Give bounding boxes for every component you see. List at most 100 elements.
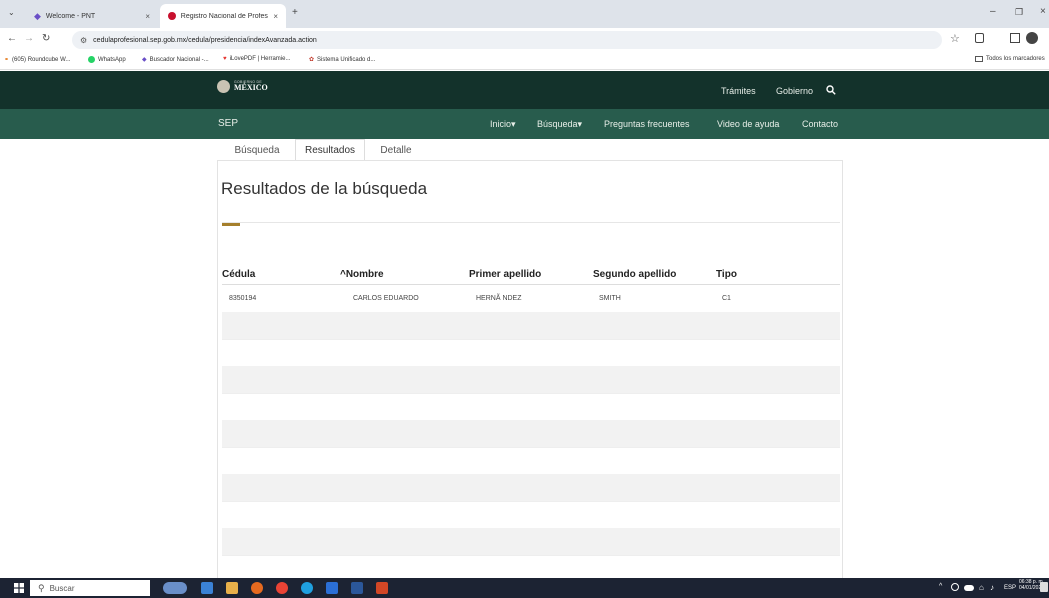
bookmark-sistema[interactable]: ✿ Sistema Unificado d...	[309, 56, 376, 64]
empty-table-row	[222, 528, 840, 555]
col-header-nombre[interactable]: ^Nombre	[340, 269, 384, 280]
col-header-segundo-apellido[interactable]: Segundo apellido	[593, 269, 676, 280]
nav-tramites[interactable]: Trámites	[721, 86, 756, 96]
accent-underline	[222, 223, 240, 226]
coat-of-arms-icon	[217, 80, 230, 93]
extensions-icon[interactable]	[975, 33, 984, 43]
sidepanel-icon[interactable]	[1010, 33, 1020, 43]
pnt-icon: ◆	[142, 57, 147, 63]
bookmark-roundcube[interactable]: ⚭ (605) Roundcube W...	[4, 56, 71, 64]
all-bookmarks[interactable]: Todos los marcadores	[975, 56, 1045, 62]
url-field[interactable]: ⚙ cedulaprofesional.sep.gob.mx/cedula/pr…	[72, 31, 942, 49]
close-tab-icon[interactable]: ×	[273, 12, 278, 21]
sep-navbar: SEP Inicio▾ Búsqueda▾ Preguntas frecuent…	[0, 109, 1049, 139]
empty-table-row	[222, 447, 840, 474]
widgets-icon[interactable]	[163, 582, 187, 594]
empty-table-row	[222, 555, 840, 578]
edge-icon[interactable]	[301, 582, 313, 594]
bookmark-ilovepdf[interactable]: ♥ iLovePDF | Herramie...	[223, 56, 290, 62]
folder-icon	[975, 56, 983, 62]
brand-sep[interactable]: SEP	[218, 118, 238, 129]
word-icon[interactable]	[351, 582, 363, 594]
search-icon: ⚲	[38, 582, 45, 593]
empty-table-row	[222, 312, 840, 339]
bookmark-label: Sistema Unificado d...	[317, 56, 376, 63]
empty-table-row	[222, 366, 840, 393]
bookmarks-bar: ⚭ (605) Roundcube W... WhatsApp ◆ Buscad…	[0, 52, 1049, 70]
weather-icon[interactable]	[951, 583, 959, 591]
back-icon[interactable]: ←	[7, 33, 17, 44]
cell-primer-apellido: HERNÃ NDEZ	[476, 295, 522, 302]
heading-divider	[222, 222, 840, 223]
search-icon[interactable]	[826, 85, 836, 95]
cell-cedula: 8350194	[229, 295, 257, 302]
restore-button[interactable]: ❐	[1015, 7, 1023, 18]
nav-preguntas-frecuentes[interactable]: Preguntas frecuentes	[604, 119, 690, 129]
taskbar-search-box[interactable]: ⚲ Buscar	[30, 580, 150, 596]
store-icon[interactable]	[326, 582, 338, 594]
empty-table-row	[222, 339, 840, 366]
chrome-icon[interactable]	[276, 582, 288, 594]
close-window-button[interactable]: ×	[1040, 6, 1046, 17]
nav-contacto[interactable]: Contacto	[802, 119, 838, 129]
col-header-cedula[interactable]: Cédula	[222, 269, 255, 280]
bookmark-label: iLovePDF | Herramie...	[229, 56, 291, 62]
page-title: Resultados de la búsqueda	[221, 179, 428, 198]
logo-main-text: MÉXICO	[234, 83, 268, 93]
tray-chevron-icon[interactable]: ^	[939, 583, 942, 590]
nav-inicio[interactable]: Inicio▾	[490, 119, 516, 130]
task-view-icon[interactable]	[201, 582, 213, 594]
nav-gobierno[interactable]: Gobierno	[776, 86, 813, 96]
col-header-tipo[interactable]: Tipo	[716, 269, 737, 280]
empty-table-row	[222, 474, 840, 501]
nav-busqueda[interactable]: Búsqueda▾	[537, 119, 582, 130]
acrobat-icon[interactable]	[376, 582, 388, 594]
file-explorer-icon[interactable]	[226, 582, 238, 594]
sistema-icon: ✿	[309, 57, 315, 63]
bookmark-label: (605) Roundcube W...	[12, 56, 71, 63]
bookmark-label: WhatsApp	[98, 56, 126, 63]
pnt-favicon-icon: ◆	[34, 10, 41, 21]
table-row[interactable]	[222, 285, 840, 312]
language-indicator[interactable]: ESP	[1004, 585, 1016, 591]
site-settings-icon[interactable]: ⚙	[80, 36, 87, 45]
notifications-icon[interactable]	[1040, 582, 1048, 592]
gob-logo[interactable]: GOBIERNO DE MÉXICO	[217, 80, 268, 93]
firefox-icon[interactable]	[251, 582, 263, 594]
bookmark-star-icon[interactable]: ☆	[950, 32, 960, 45]
tab-detalle[interactable]: Detalle	[368, 139, 424, 161]
browser-tab-registro[interactable]: Registro Nacional de Profesion ×	[160, 4, 286, 28]
empty-table-row	[222, 501, 840, 528]
tab-busqueda[interactable]: Búsqueda	[221, 139, 293, 161]
bookmark-label: Todos los marcadores	[986, 56, 1045, 62]
new-tab-button[interactable]: +	[292, 7, 298, 18]
forward-icon[interactable]: →	[24, 33, 34, 44]
cell-segundo-apellido: SMITH	[599, 295, 621, 302]
empty-table-row	[222, 393, 840, 420]
ilovepdf-icon: ♥	[223, 56, 227, 62]
bookmark-buscador[interactable]: ◆ Buscador Nacional -...	[142, 56, 209, 64]
tab-title: Welcome - PNT	[45, 12, 96, 20]
col-header-primer-apellido[interactable]: Primer apellido	[469, 269, 541, 280]
url-text: cedulaprofesional.sep.gob.mx/cedula/pres…	[93, 36, 317, 44]
tab-resultados[interactable]: Resultados	[295, 139, 365, 161]
volume-icon[interactable]: ♪	[990, 583, 994, 592]
bookmark-label: Buscador Nacional -...	[149, 56, 209, 63]
whatsapp-icon	[88, 56, 95, 63]
browser-tab-welcome[interactable]: ◆ Welcome - PNT ×	[26, 4, 158, 28]
bookmark-whatsapp[interactable]: WhatsApp	[88, 56, 126, 63]
tab-title: Registro Nacional de Profesion	[180, 12, 269, 20]
logo-text: GOBIERNO DE MÉXICO	[234, 80, 268, 93]
minimize-button[interactable]: –	[990, 6, 996, 17]
network-icon[interactable]: ⌂	[979, 583, 984, 592]
onedrive-icon[interactable]	[964, 585, 974, 591]
nav-video-ayuda[interactable]: Video de ayuda	[717, 119, 779, 129]
tab-search-icon[interactable]: ⌄	[8, 8, 15, 17]
address-bar-row: ← → ↻ ⚙ cedulaprofesional.sep.gob.mx/ced…	[0, 28, 1049, 52]
empty-table-row	[222, 420, 840, 447]
roundcube-icon: ⚭	[4, 57, 10, 63]
windows-start-icon[interactable]	[14, 583, 24, 593]
reload-icon[interactable]: ↻	[42, 33, 50, 44]
profile-avatar-icon[interactable]	[1026, 32, 1038, 44]
close-tab-icon[interactable]: ×	[145, 12, 150, 21]
